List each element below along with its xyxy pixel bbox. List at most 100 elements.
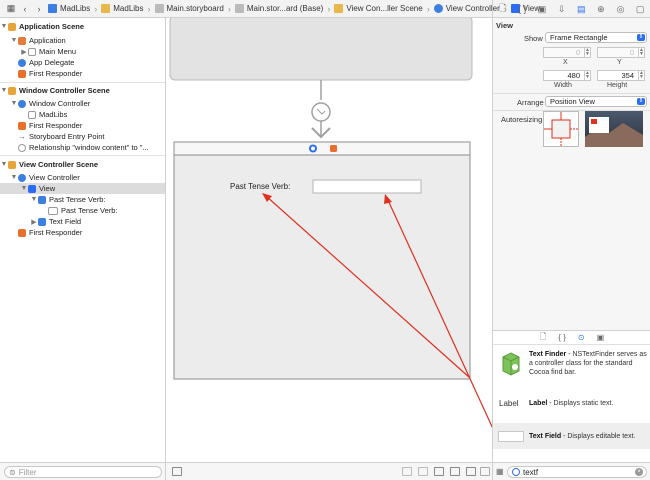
- identity-inspector-icon[interactable]: ▣: [536, 3, 548, 15]
- media-library-icon[interactable]: ▣: [597, 333, 605, 342]
- disclosure-triangle-icon[interactable]: ▶: [30, 218, 38, 226]
- outline-item-relationship[interactable]: Relationship "window content" to "...: [0, 142, 165, 153]
- grid-icon[interactable]: ▦: [4, 2, 18, 16]
- library-filter-bar: ▦ textf ×: [492, 462, 650, 480]
- width-stepper[interactable]: ▲ ▼: [584, 70, 591, 81]
- file-template-library-icon[interactable]: 🗋: [540, 331, 546, 345]
- autoresizing-mask-control[interactable]: [543, 111, 579, 147]
- breadcrumb-storyboard-base[interactable]: Main.stor...ard (Base): [233, 0, 325, 18]
- resizing-behavior-icon[interactable]: [480, 467, 490, 476]
- size-inspector-icon[interactable]: ▤: [575, 3, 587, 15]
- storyboard-file-icon: [154, 4, 164, 13]
- pin-icon[interactable]: [450, 467, 460, 476]
- inspector-tabs: 🗋 { } ▣ ⇩ ▤ ⊕ ◎ ▢: [492, 0, 650, 18]
- outline-item-past-tense-verb-label[interactable]: ▼ Past Tense Verb:: [0, 194, 165, 205]
- object-library-icon[interactable]: ⊙: [578, 333, 585, 342]
- show-label: Show: [524, 34, 543, 43]
- folder-icon: [101, 4, 111, 13]
- library-item-description: Text Finder - NSTextFinder serves as a c…: [529, 351, 647, 376]
- outline-item-past-tense-verb-cell[interactable]: Past Tense Verb:: [0, 205, 165, 216]
- outline-section-application-scene[interactable]: ▼ Application Scene: [0, 21, 165, 32]
- outline-item-window-controller[interactable]: ▼ Window Controller: [0, 98, 165, 109]
- window-controller-scene[interactable]: [169, 18, 473, 81]
- effects-inspector-icon[interactable]: ▢: [634, 3, 646, 15]
- document-outline: ▼ Application Scene ▼ Application ▶ Main…: [0, 18, 166, 462]
- outline-item-storyboard-entry-point[interactable]: → Storyboard Entry Point: [0, 131, 165, 142]
- outline-item-main-menu[interactable]: ▶ Main Menu: [0, 46, 165, 57]
- application-icon: [18, 36, 26, 45]
- label-preview: Label: [499, 399, 519, 408]
- canvas-label-past-tense-verb[interactable]: Past Tense Verb:: [230, 182, 290, 191]
- size-inspector: View Show Frame Rectangle ⇕ 0 ▲ ▼ 0 ▲ ▼ X …: [492, 18, 650, 330]
- bindings-inspector-icon[interactable]: ◎: [615, 3, 627, 15]
- attributes-inspector-icon[interactable]: ⇩: [556, 3, 568, 15]
- align-icon[interactable]: [434, 467, 444, 476]
- outline-item-first-responder[interactable]: First Responder: [0, 68, 165, 79]
- breadcrumb-storyboard[interactable]: Main.storyboard: [153, 0, 226, 18]
- text-cell-icon: [48, 206, 58, 215]
- outline-item-first-responder[interactable]: First Responder: [0, 227, 165, 238]
- text-field-preview: [498, 431, 524, 442]
- disclosure-triangle-icon[interactable]: ▼: [30, 196, 38, 203]
- disclosure-triangle-icon[interactable]: ▼: [20, 185, 28, 192]
- outline-item-app-delegate[interactable]: App Delegate: [0, 57, 165, 68]
- quick-help-icon[interactable]: { }: [516, 3, 528, 15]
- outline-item-view-controller[interactable]: ▼ View Controller: [0, 172, 165, 183]
- library-search-field[interactable]: textf ×: [507, 466, 647, 478]
- window-icon: [28, 110, 36, 119]
- inspector-section-title: View: [496, 21, 513, 30]
- forward-arrow-icon[interactable]: ›: [32, 2, 46, 16]
- outline-item-text-field[interactable]: ▶ Text Field: [0, 216, 165, 227]
- connections-inspector-icon[interactable]: ⊕: [595, 3, 607, 15]
- scene-icon: [8, 86, 16, 95]
- disclosure-triangle-icon[interactable]: ▶: [20, 48, 28, 56]
- back-arrow-icon[interactable]: ‹: [18, 2, 32, 16]
- outline-item-application[interactable]: ▼ Application: [0, 35, 165, 46]
- storyboard-file-icon: [234, 4, 244, 13]
- outline-item-first-responder[interactable]: First Responder: [0, 120, 165, 131]
- library-item-text-field[interactable]: Text Field - Displays editable text.: [493, 423, 650, 449]
- show-popup[interactable]: Frame Rectangle ⇕: [545, 32, 647, 43]
- first-responder-icon[interactable]: [330, 145, 337, 152]
- object-library: 🗋 { } ⊙ ▣ Text Finder - NSTextFinder ser…: [492, 330, 650, 462]
- breadcrumb-scene[interactable]: View Con...ller Scene: [332, 0, 424, 18]
- segue-icon[interactable]: [311, 102, 331, 122]
- breadcrumb-project[interactable]: MadLibs: [46, 0, 92, 18]
- clear-search-icon[interactable]: ×: [635, 468, 643, 476]
- filter-field[interactable]: ⊜ Filter: [4, 466, 162, 478]
- scene-dock[interactable]: [173, 141, 471, 156]
- autoresizing-label: Autoresizing: [501, 115, 543, 124]
- disclosure-triangle-icon[interactable]: ▼: [10, 37, 18, 44]
- project-icon: [48, 4, 57, 13]
- resolve-issues-icon[interactable]: [466, 467, 476, 476]
- outline-section-window-controller-scene[interactable]: ▼ Window Controller Scene: [0, 85, 165, 96]
- file-inspector-icon[interactable]: 🗋: [497, 3, 509, 15]
- update-frames-icon[interactable]: [402, 467, 412, 476]
- breadcrumb-separator: ›: [426, 3, 430, 14]
- disclosure-triangle-icon[interactable]: ▼: [0, 87, 8, 94]
- disclosure-triangle-icon[interactable]: ▼: [10, 174, 18, 181]
- code-snippet-library-icon[interactable]: { }: [558, 333, 566, 342]
- toggle-outline-icon[interactable]: [172, 467, 182, 476]
- library-item-description: Label - Displays static text.: [529, 400, 614, 407]
- library-item-text-finder[interactable]: Text Finder - NSTextFinder serves as a c…: [493, 349, 650, 389]
- canvas-drawing: [169, 18, 492, 429]
- disclosure-triangle-icon[interactable]: ▼: [0, 161, 8, 168]
- arrange-popup[interactable]: Position View ⇕: [545, 96, 647, 107]
- disclosure-triangle-icon[interactable]: ▼: [0, 23, 8, 30]
- canvas-text-field[interactable]: [312, 179, 422, 194]
- outline-item-view[interactable]: ▼ View: [0, 183, 165, 194]
- y-stepper[interactable]: ▲ ▼: [638, 47, 645, 58]
- x-stepper[interactable]: ▲ ▼: [584, 47, 591, 58]
- scene-icon: [334, 4, 344, 13]
- outline-section-view-controller-scene[interactable]: ▼ View Controller Scene: [0, 159, 165, 170]
- height-stepper[interactable]: ▲ ▼: [638, 70, 645, 81]
- storyboard-canvas[interactable]: Past Tense Verb:: [166, 18, 492, 462]
- library-item-label[interactable]: Label Label - Displays static text.: [493, 393, 650, 415]
- outline-item-madlibs-window[interactable]: MadLibs: [0, 109, 165, 120]
- embed-in-stack-icon[interactable]: [418, 467, 428, 476]
- breadcrumb-folder[interactable]: MadLibs: [99, 0, 145, 18]
- breadcrumb-separator: ›: [327, 3, 331, 14]
- grid-view-icon[interactable]: ▦: [496, 467, 504, 476]
- disclosure-triangle-icon[interactable]: ▼: [10, 100, 18, 107]
